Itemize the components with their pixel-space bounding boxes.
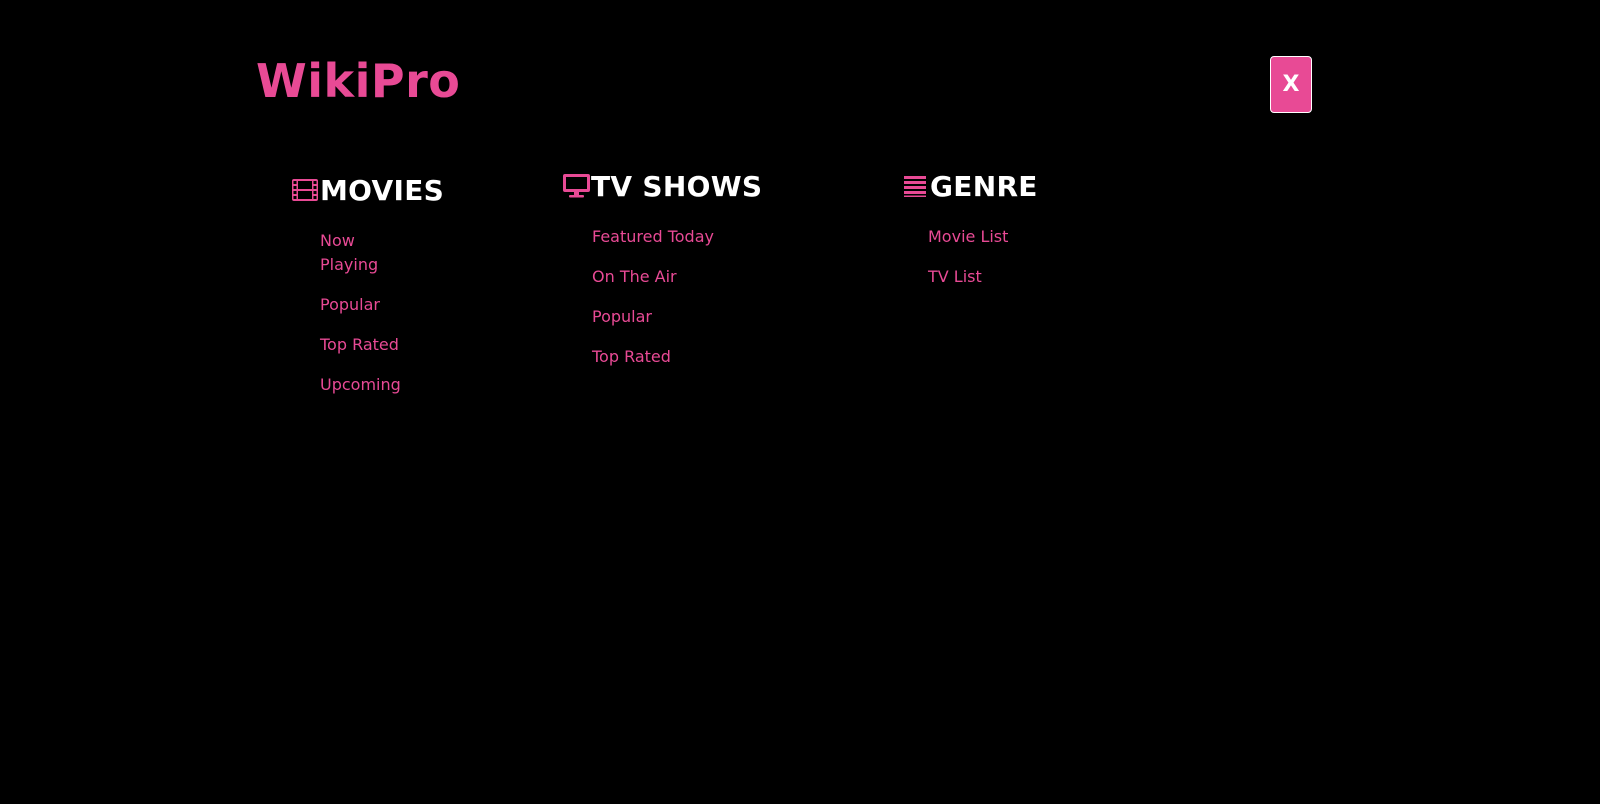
genre-link-movie-list[interactable]: Movie List bbox=[928, 225, 1038, 249]
close-menu-button[interactable]: X bbox=[1270, 56, 1312, 113]
film-icon bbox=[290, 175, 320, 205]
movies-links: Now Playing Popular Top Rated Upcoming bbox=[320, 229, 401, 397]
tv-link-featured-today[interactable]: Featured Today bbox=[592, 225, 762, 249]
movies-heading: MOVIES bbox=[290, 172, 444, 208]
tv-shows-links: Featured Today On The Air Popular Top Ra… bbox=[592, 225, 762, 369]
tv-icon bbox=[561, 171, 591, 201]
movies-link-top-rated[interactable]: Top Rated bbox=[320, 333, 400, 357]
tv-shows-title: TV SHOWS bbox=[591, 169, 763, 203]
tv-link-top-rated[interactable]: Top Rated bbox=[592, 345, 762, 369]
movies-title: MOVIES bbox=[320, 173, 445, 207]
movies-link-upcoming[interactable]: Upcoming bbox=[320, 373, 401, 397]
genre-links: Movie List TV List bbox=[928, 225, 1038, 289]
tv-shows-heading: TV SHOWS bbox=[561, 168, 762, 204]
genre-heading: GENRE bbox=[900, 168, 1038, 204]
tv-link-on-the-air[interactable]: On The Air bbox=[592, 265, 762, 289]
genre-link-tv-list[interactable]: TV List bbox=[928, 265, 1038, 289]
brand-logo[interactable]: WikiPro bbox=[256, 58, 460, 104]
genre-title: GENRE bbox=[930, 169, 1038, 203]
tv-link-popular[interactable]: Popular bbox=[592, 305, 762, 329]
genre-section: GENRE Movie List TV List bbox=[900, 168, 1038, 305]
movies-link-popular[interactable]: Popular bbox=[320, 293, 400, 317]
movies-link-now-playing[interactable]: Now Playing bbox=[320, 229, 400, 277]
list-icon bbox=[900, 171, 930, 201]
tv-shows-section: TV SHOWS Featured Today On The Air Popul… bbox=[561, 168, 762, 385]
movies-section: MOVIES Now Playing Popular Top Rated Upc… bbox=[290, 172, 444, 413]
